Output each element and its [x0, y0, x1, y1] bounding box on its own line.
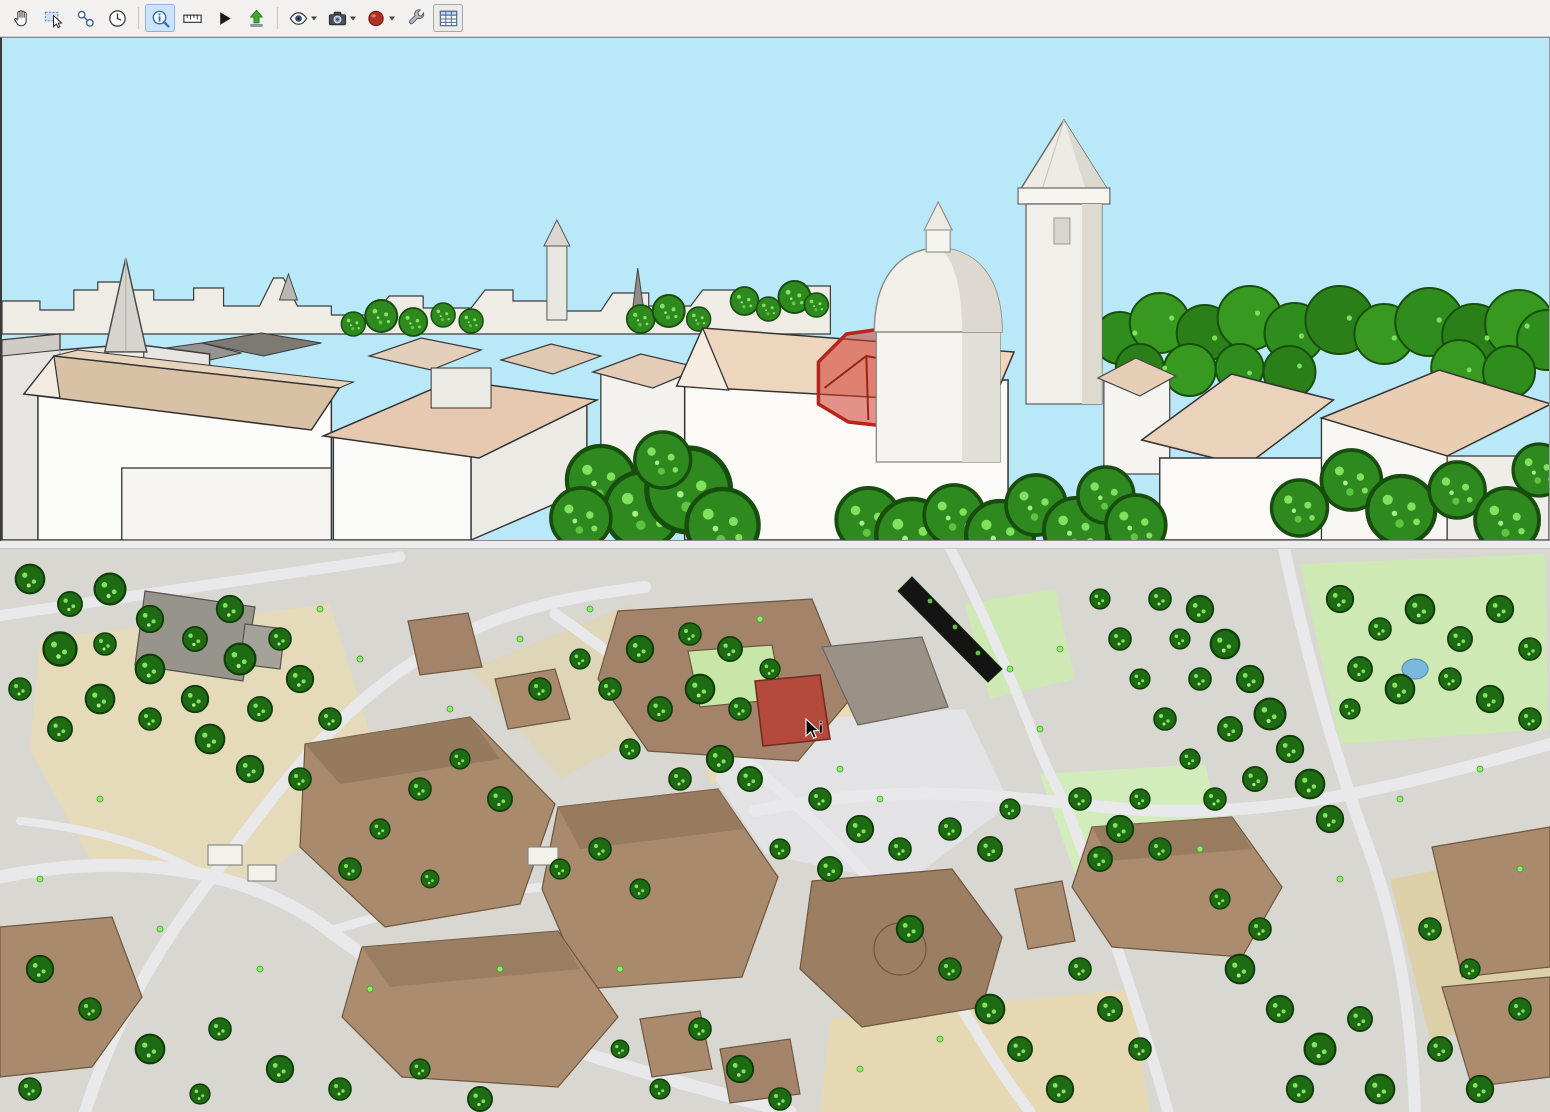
- select-features-tool-button[interactable]: [38, 4, 68, 32]
- application-window: [0, 0, 1550, 1112]
- view-splitter[interactable]: [0, 541, 1550, 549]
- play-icon: [213, 7, 236, 30]
- orbit-icon: [74, 7, 97, 30]
- select-arrow-icon: [42, 7, 65, 30]
- red-sphere-icon: [365, 7, 388, 30]
- play-tool-button[interactable]: [209, 4, 239, 32]
- selected-building-map[interactable]: [755, 675, 830, 746]
- tower-annex: [1098, 358, 1176, 474]
- clock-tool-button[interactable]: [102, 4, 132, 32]
- left-church-building[interactable]: [24, 350, 353, 540]
- wrench-icon: [405, 7, 428, 30]
- tools-wrench-button[interactable]: [401, 4, 431, 32]
- measure-tool-button[interactable]: [177, 4, 207, 32]
- globe-tool-button[interactable]: [362, 4, 399, 32]
- eye-icon: [287, 7, 310, 30]
- navigate-tool-button[interactable]: [70, 4, 100, 32]
- identify-tool-button[interactable]: [145, 4, 175, 32]
- pan-tool-button[interactable]: [6, 4, 36, 32]
- 2d-map-view[interactable]: [0, 549, 1550, 1112]
- dropdown-caret-icon: [310, 7, 318, 30]
- camera-tool-button[interactable]: [323, 4, 360, 32]
- green-up-arrow-icon: [245, 7, 268, 30]
- attribute-table-button[interactable]: [433, 4, 463, 32]
- hand-icon: [10, 7, 33, 30]
- 2d-map-canvas: [0, 549, 1550, 1112]
- table-icon: [437, 7, 460, 30]
- toolbar: [0, 0, 1550, 37]
- toolbar-separator: [138, 7, 139, 29]
- visibility-tool-button[interactable]: [284, 4, 321, 32]
- clock-icon: [106, 7, 129, 30]
- ruler-icon: [181, 7, 204, 30]
- camera-icon: [326, 7, 349, 30]
- dropdown-caret-icon: [388, 7, 396, 30]
- 3d-scene-view[interactable]: [0, 37, 1550, 541]
- dropdown-caret-icon: [349, 7, 357, 30]
- identify-icon: [149, 7, 172, 30]
- export-tool-button[interactable]: [241, 4, 271, 32]
- toolbar-separator: [277, 7, 278, 29]
- 3d-scene-canvas: [2, 38, 1549, 540]
